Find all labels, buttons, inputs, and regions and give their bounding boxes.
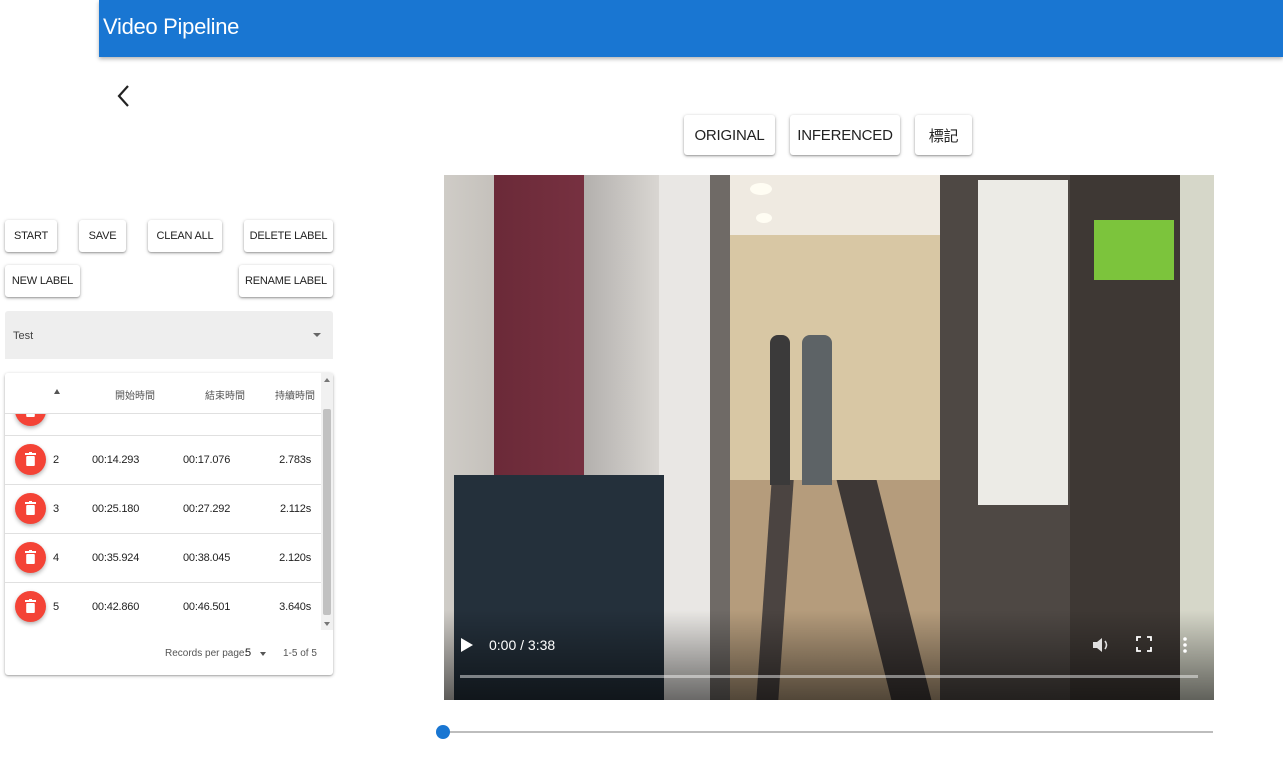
video-frame-person-far xyxy=(770,335,790,485)
rows-per-page-label: Records per page: xyxy=(165,648,248,659)
delete-row-button[interactable] xyxy=(15,542,46,573)
trash-icon xyxy=(25,501,36,515)
row-duration: 2.783s xyxy=(279,454,311,466)
trash-icon xyxy=(25,550,36,564)
table-body[interactable]: 2 00:14.293 00:17.076 2.783s 3 00:25.180… xyxy=(5,414,321,630)
row-start-time: 00:25.180 xyxy=(92,503,140,515)
volume-icon[interactable] xyxy=(1092,636,1112,654)
video-controls-bar xyxy=(444,610,1214,700)
table-header: 開始時間 結束時間 持續時間 xyxy=(5,373,321,414)
video-time-display: 0:00 / 3:38 xyxy=(489,637,556,653)
more-vert-icon[interactable] xyxy=(1182,636,1188,654)
table-row: 3 00:25.180 00:27.292 2.112s xyxy=(5,484,321,534)
row-index: 2 xyxy=(53,454,59,466)
row-end-time: 00:46.501 xyxy=(183,601,231,613)
original-view-button[interactable]: ORIGINAL xyxy=(684,115,775,155)
timeline-slider[interactable] xyxy=(436,722,1213,742)
video-frame-person-far xyxy=(802,335,832,485)
row-end-time: 00:17.076 xyxy=(183,454,231,466)
delete-row-button[interactable] xyxy=(15,414,46,426)
fullscreen-icon[interactable] xyxy=(1136,636,1152,652)
records-table: 開始時間 結束時間 持續時間 2 00:14.293 00:17.076 2.7… xyxy=(5,373,333,675)
table-row: 5 00:42.860 00:46.501 3.640s xyxy=(5,582,321,630)
app-bar: Video Pipeline xyxy=(99,0,1283,57)
delete-row-button[interactable] xyxy=(15,591,46,622)
row-start-time: 00:14.293 xyxy=(92,454,140,466)
row-index: 3 xyxy=(53,503,59,515)
new-label-button[interactable]: NEW LABEL xyxy=(5,265,80,297)
delete-row-button[interactable] xyxy=(15,493,46,524)
row-end-time: 00:38.045 xyxy=(183,552,231,564)
delete-label-button[interactable]: DELETE LABEL xyxy=(244,220,333,252)
clean-all-button[interactable]: CLEAN ALL xyxy=(148,220,222,252)
rows-per-page-select[interactable]: 5 xyxy=(245,647,251,659)
label-select[interactable]: Test xyxy=(5,311,333,359)
row-duration: 3.640s xyxy=(279,601,311,613)
table-pagination: Records per page: 5 1-5 of 5 xyxy=(5,630,333,675)
rename-label-button[interactable]: RENAME LABEL xyxy=(239,265,333,297)
back-chevron-left-icon[interactable] xyxy=(112,82,138,110)
scroll-up-icon[interactable] xyxy=(324,378,330,382)
trash-icon xyxy=(25,599,36,613)
video-progress-bar[interactable] xyxy=(460,675,1198,678)
row-duration: 2.112s xyxy=(279,503,311,515)
row-start-time: 00:35.924 xyxy=(92,552,140,564)
video-frame-basket xyxy=(1094,220,1174,280)
header-start-time[interactable]: 開始時間 xyxy=(115,387,155,402)
table-row-partial xyxy=(5,414,321,436)
delete-row-button[interactable] xyxy=(15,444,46,475)
scroll-thumb[interactable] xyxy=(323,409,331,615)
trash-icon xyxy=(25,452,36,466)
pagination-range: 1-5 of 5 xyxy=(283,648,317,659)
video-player[interactable]: 0:00 / 3:38 xyxy=(444,175,1214,700)
table-row: 4 00:35.924 00:38.045 2.120s xyxy=(5,533,321,583)
video-frame-poster xyxy=(978,180,1068,505)
label-select-value: Test xyxy=(13,330,34,342)
row-start-time: 00:42.860 xyxy=(92,601,140,613)
rows-per-page-dropdown-icon[interactable] xyxy=(260,652,266,656)
row-end-time: 00:27.292 xyxy=(183,503,231,515)
app-title: Video Pipeline xyxy=(103,14,240,39)
play-icon[interactable] xyxy=(460,637,474,653)
start-button[interactable]: START xyxy=(5,220,57,252)
timeline-slider-rail[interactable] xyxy=(443,731,1213,733)
row-duration: 2.120s xyxy=(279,552,311,564)
row-index: 4 xyxy=(53,552,59,564)
save-button[interactable]: SAVE xyxy=(79,220,126,252)
scroll-down-icon[interactable] xyxy=(324,622,330,626)
header-end-time[interactable]: 結束時間 xyxy=(205,387,245,402)
dropdown-arrow-icon xyxy=(313,333,321,337)
row-index: 5 xyxy=(53,601,59,613)
table-row: 2 00:14.293 00:17.076 2.783s xyxy=(5,435,321,485)
video-frame-light xyxy=(750,183,772,195)
table-scrollbar[interactable] xyxy=(321,373,333,630)
sort-arrow-icon[interactable] xyxy=(54,389,60,394)
timeline-slider-thumb[interactable] xyxy=(436,725,450,739)
video-frame-light xyxy=(756,213,772,223)
trash-icon xyxy=(26,414,35,417)
inferenced-view-button[interactable]: INFERENCED xyxy=(790,115,900,155)
header-duration[interactable]: 持續時間 xyxy=(275,387,315,402)
label-view-button[interactable]: 標記 xyxy=(915,115,972,155)
